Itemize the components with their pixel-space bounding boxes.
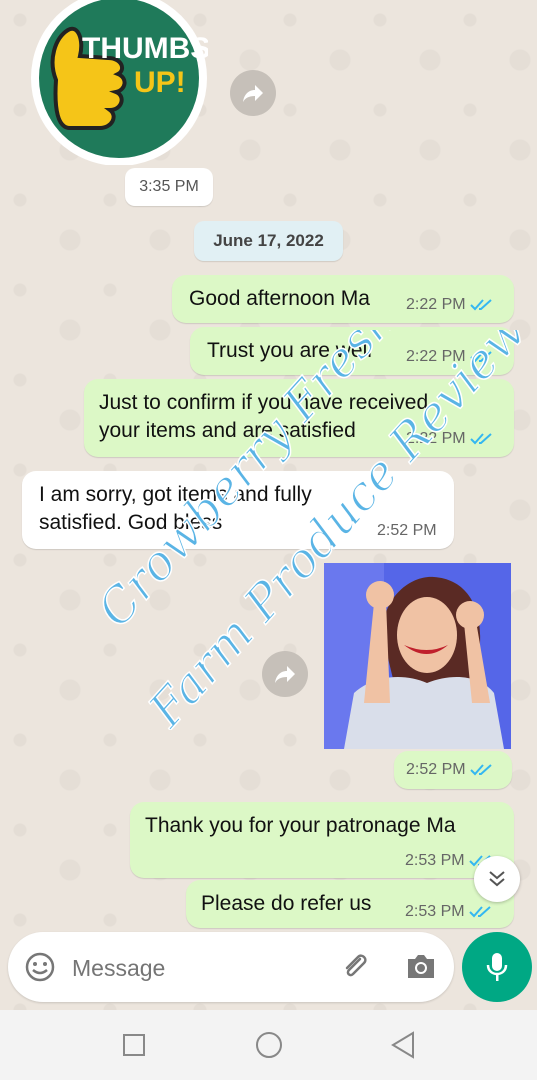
- message-meta: 2:52 PM: [406, 761, 494, 779]
- message-meta: 2:22 PM: [406, 430, 494, 448]
- forward-icon: [275, 666, 295, 683]
- message-bubble-outgoing[interactable]: Good afternoon Ma 2:22 PM: [172, 275, 514, 323]
- message-time: 2:53 PM: [405, 852, 465, 869]
- message-text: Thank you for your patronage Ma: [145, 814, 456, 837]
- forward-icon: [243, 85, 263, 102]
- forward-button[interactable]: [230, 70, 276, 116]
- recents-icon[interactable]: [122, 1033, 146, 1057]
- svg-text:THUMBS: THUMBS: [82, 32, 208, 65]
- message-time: 2:22 PM: [406, 348, 466, 365]
- message-time: 2:22 PM: [406, 430, 466, 447]
- forward-button[interactable]: [262, 651, 308, 697]
- emoji-icon[interactable]: [24, 951, 56, 983]
- celebrating-woman-image: [324, 563, 511, 749]
- system-navigation-bar: [0, 1010, 537, 1080]
- sticker-time-text: 3:35 PM: [139, 178, 199, 195]
- message-text-line: I am sorry, got items and fully: [39, 483, 312, 506]
- image-timestamp-bubble: 2:52 PM: [394, 751, 512, 789]
- attach-icon[interactable]: [338, 950, 372, 984]
- message-meta: 2:53 PM: [405, 903, 493, 921]
- microphone-icon: [486, 953, 508, 981]
- message-text: Please do refer us: [201, 892, 372, 915]
- svg-text:UP!: UP!: [134, 66, 186, 99]
- double-check-icon: [469, 764, 492, 776]
- message-bubble-incoming[interactable]: I am sorry, got items and fully satisfie…: [22, 471, 454, 549]
- double-check-icon: [468, 906, 491, 918]
- message-text-line: satisfied. God bless: [39, 511, 223, 534]
- message-text: Trust you are well: [207, 339, 372, 362]
- message-bubble-outgoing[interactable]: Just to confirm if you have received you…: [84, 379, 514, 457]
- double-check-icon: [469, 299, 492, 311]
- thumbs-up-sticker[interactable]: THUMBS UP!: [30, 0, 210, 166]
- message-meta: 2:22 PM: [406, 348, 494, 366]
- camera-icon[interactable]: [405, 951, 437, 981]
- message-bubble-outgoing[interactable]: Trust you are well 2:22 PM: [190, 327, 514, 375]
- sticker-time: 3:35 PM: [125, 168, 213, 206]
- gif-image[interactable]: [324, 563, 511, 749]
- back-icon[interactable]: [390, 1031, 416, 1059]
- voice-message-button[interactable]: [462, 932, 532, 1002]
- message-bubble-outgoing[interactable]: Thank you for your patronage Ma 2:53 PM: [130, 802, 514, 878]
- date-divider-text: June 17, 2022: [213, 231, 324, 250]
- message-text: Good afternoon Ma: [189, 287, 370, 310]
- message-text-line: Just to confirm if you have received: [99, 391, 429, 414]
- message-time: 2:52 PM: [406, 761, 466, 778]
- message-time: 2:52 PM: [377, 522, 437, 539]
- message-bubble-outgoing[interactable]: Please do refer us 2:53 PM: [186, 880, 514, 928]
- message-meta: 2:22 PM: [406, 296, 494, 314]
- message-text-line: your items and are satisfied: [99, 419, 356, 442]
- message-time: 2:22 PM: [406, 296, 466, 313]
- message-time: 2:53 PM: [405, 903, 465, 920]
- message-meta: 2:52 PM: [377, 522, 437, 540]
- message-input[interactable]: [70, 950, 324, 986]
- scroll-to-bottom-button[interactable]: [474, 856, 520, 902]
- double-check-icon: [469, 351, 492, 363]
- message-composer[interactable]: [8, 932, 454, 1002]
- home-icon[interactable]: [255, 1031, 283, 1059]
- double-check-icon: [469, 433, 492, 445]
- date-divider: June 17, 2022: [194, 221, 343, 261]
- double-chevron-down-icon: [489, 871, 505, 887]
